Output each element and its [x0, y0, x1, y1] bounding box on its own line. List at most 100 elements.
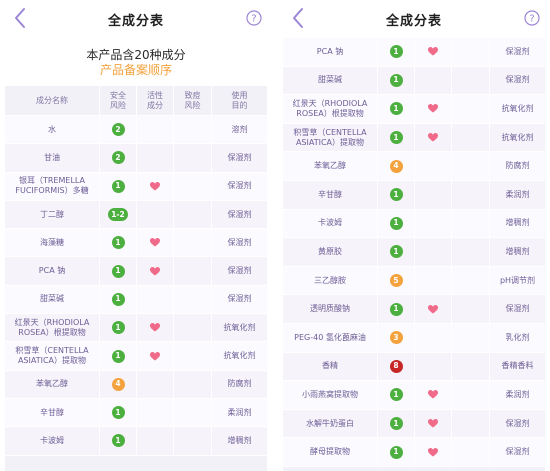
use-purpose: 乳化剂 — [490, 323, 545, 352]
table-row[interactable]: 三乙醇胺 5 pH调节剂 — [283, 266, 545, 296]
safety-cell: 1 — [378, 38, 415, 66]
table-row[interactable]: 水解牛奶蛋白 1 保湿剂 — [283, 409, 545, 439]
acne-cell — [452, 381, 490, 409]
safety-cell: 2 — [100, 144, 137, 172]
header-acne: 致痘 风险 — [174, 86, 212, 115]
table-row[interactable]: 水 2 溶剂 — [5, 116, 267, 145]
header-active: 活性 成分 — [137, 86, 174, 115]
ingredient-name[interactable]: 积雪草（CENTELLA ASIATICA）提取物 — [5, 342, 100, 370]
ingredient-name[interactable]: 丁二醇 — [5, 200, 100, 229]
acne-cell — [174, 116, 212, 144]
active-cell — [415, 323, 452, 352]
table-row[interactable]: 积雪草（CENTELLA ASIATICA）提取物 1 抗氧化剂 — [5, 342, 267, 371]
ingredient-name[interactable]: PCA 钠 — [283, 38, 378, 66]
ingredient-name[interactable]: 苯氧乙醇 — [5, 370, 100, 398]
ingredient-name[interactable]: PEG-40 氢化蓖麻油 — [283, 323, 378, 352]
acne-cell — [452, 180, 490, 209]
table-row[interactable]: 红景天（RHODIOLA ROSEA）根提取物 1 抗氧化剂 — [283, 95, 545, 124]
heart-icon — [150, 238, 160, 247]
nav-bar: 全成分表 ? — [0, 0, 272, 38]
safety-badge: 1 — [389, 102, 403, 116]
safety-cell: 1 — [378, 123, 415, 152]
active-cell — [137, 200, 174, 229]
acne-cell — [452, 409, 490, 438]
ingredient-name[interactable]: 小雨燕窝提取物 — [283, 381, 378, 409]
table-row[interactable]: 小雨燕窝提取物 1 柔润剂 — [283, 381, 545, 410]
acne-cell — [174, 200, 212, 229]
ingredient-name[interactable]: 卡波姆 — [5, 427, 100, 455]
ingredient-name[interactable]: PCA 钠 — [5, 257, 100, 285]
safety-badge: 1 — [111, 179, 125, 193]
safety-cell: 1 — [100, 314, 137, 342]
safety-badge: 4 — [111, 377, 125, 391]
ingredient-name[interactable]: 辛甘醇 — [283, 180, 378, 209]
active-cell — [137, 116, 174, 144]
safety-badge: 1 — [389, 245, 403, 259]
ingredient-name[interactable]: 甜菜碱 — [5, 285, 100, 314]
table-row[interactable]: 辛甘醇 1 柔润剂 — [5, 398, 267, 428]
table-row[interactable]: 甜菜碱 1 保湿剂 — [5, 285, 267, 315]
ingredient-name[interactable]: 甘油 — [5, 144, 100, 172]
table-row[interactable]: 香精 8 香精香料 — [283, 352, 545, 382]
table-row[interactable]: 海藻糖 1 保湿剂 — [5, 229, 267, 258]
ingredient-name[interactable]: 水 — [5, 116, 100, 144]
table-row[interactable]: 红景天（RHODIOLA ROSEA）根提取物 1 抗氧化剂 — [5, 314, 267, 343]
ingredient-name[interactable]: 透明质酸钠 — [283, 295, 378, 323]
header-name: 成分名称 — [5, 86, 100, 115]
ingredient-name[interactable]: 红景天（RHODIOLA ROSEA）根提取物 — [5, 314, 100, 342]
table-row[interactable]: PEG-40 氢化蓖麻油 3 乳化剂 — [283, 323, 545, 353]
table-row[interactable]: 积雪草（CENTELLA ASIATICA）提取物 1 抗氧化剂 — [283, 123, 545, 153]
table-row[interactable]: 辛甘醇 1 柔润剂 — [283, 180, 545, 210]
acne-cell — [452, 123, 490, 152]
table-row[interactable]: 卡波姆 1 增稠剂 — [5, 427, 267, 456]
ingredient-name[interactable]: 香精 — [283, 352, 378, 381]
ingredient-name[interactable]: 积雪草（CENTELLA ASIATICA）提取物 — [283, 123, 378, 152]
safety-badge: 1-2 — [108, 208, 128, 222]
safety-cell: 1 — [378, 381, 415, 409]
back-chevron-icon[interactable] — [10, 6, 32, 30]
heart-icon — [428, 47, 438, 56]
active-cell — [137, 314, 174, 342]
table-row[interactable]: 苯氧乙醇 4 防腐剂 — [5, 370, 267, 399]
help-icon[interactable]: ? — [246, 10, 262, 26]
table-row[interactable]: PCA 钠 1 保湿剂 — [5, 257, 267, 286]
table-row[interactable]: 苯氧乙醇 4 防腐剂 — [283, 152, 545, 181]
table-row[interactable]: 银耳（TREMELLA FUCIFORMIS）多糖 1 保湿剂 — [5, 172, 267, 201]
ingredient-name[interactable]: 辛甘醇 — [5, 398, 100, 427]
table-row[interactable]: 甘油 2 保湿剂 — [5, 144, 267, 173]
table-row[interactable]: PCA 钠 1 保湿剂 — [283, 38, 545, 67]
ingredient-name[interactable]: 红景天（RHODIOLA ROSEA）根提取物 — [283, 95, 378, 123]
table-row[interactable]: 透明质酸钠 1 保湿剂 — [283, 295, 545, 324]
ingredient-name[interactable]: 水解牛奶蛋白 — [283, 409, 378, 438]
use-purpose: 保湿剂 — [212, 257, 267, 285]
heart-icon — [428, 104, 438, 113]
use-purpose: 保湿剂 — [490, 409, 545, 438]
active-cell — [415, 180, 452, 209]
table-row[interactable]: 酵母提取物 1 保湿剂 — [283, 438, 545, 467]
ingredient-name[interactable]: 苯氧乙醇 — [283, 152, 378, 180]
safety-badge: 1 — [389, 216, 403, 230]
active-cell — [415, 38, 452, 66]
table-row[interactable]: 丁二醇 1-2 保湿剂 — [5, 200, 267, 230]
table-row[interactable]: 甜菜碱 1 保湿剂 — [283, 66, 545, 96]
table-row[interactable]: 卡波姆 1 增稠剂 — [283, 209, 545, 239]
ingredient-name[interactable]: 酵母提取物 — [283, 438, 378, 466]
use-purpose: 增稠剂 — [212, 427, 267, 455]
ingredient-name[interactable]: 三乙醇胺 — [283, 266, 378, 295]
active-cell — [415, 295, 452, 323]
ingredient-name[interactable]: 甜菜碱 — [283, 66, 378, 95]
ingredient-name[interactable]: 黄原胶 — [283, 238, 378, 266]
left-screen: 全成分表 ? 本产品含20种成分 产品备案顺序 成分名称 安全 风险 活性 成分… — [0, 0, 272, 471]
safety-cell: 1 — [378, 66, 415, 95]
active-cell — [415, 238, 452, 266]
ingredient-name[interactable]: 卡波姆 — [283, 209, 378, 238]
help-icon[interactable]: ? — [524, 10, 540, 26]
ingredient-name[interactable]: 海藻糖 — [5, 229, 100, 257]
summary: 本产品含20种成分 产品备案顺序 — [5, 38, 267, 86]
use-purpose: 抗氧化剂 — [212, 342, 267, 370]
back-chevron-icon[interactable] — [288, 6, 310, 30]
table-row[interactable]: 黄原胶 1 增稠剂 — [283, 238, 545, 267]
use-purpose: 抗氧化剂 — [490, 123, 545, 152]
ingredient-name[interactable]: 银耳（TREMELLA FUCIFORMIS）多糖 — [5, 172, 100, 200]
safety-cell: 1 — [100, 427, 137, 455]
